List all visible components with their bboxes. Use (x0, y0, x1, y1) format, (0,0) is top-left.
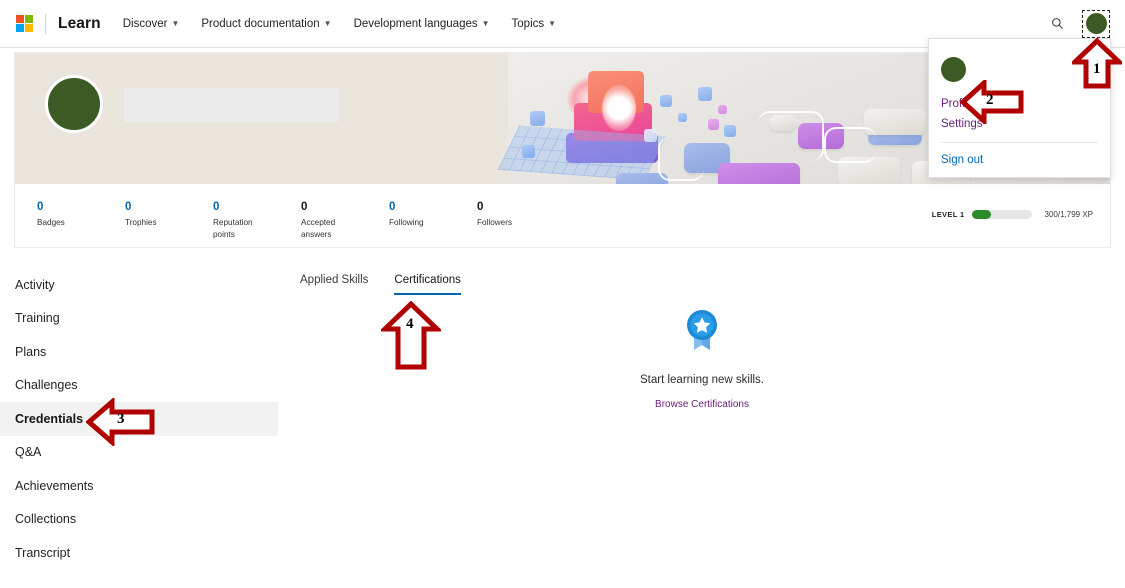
tab-label: Certifications (394, 274, 460, 286)
learn-profile-page: Learn Discover ▼ Product documentation ▼… (0, 0, 1125, 588)
profile-name-redacted (124, 88, 338, 122)
annotation-arrow-4: 4 (381, 301, 441, 376)
stat-label: Reputation points (213, 217, 265, 241)
sidebar-item-activity[interactable]: Activity (0, 268, 278, 302)
chevron-down-icon: ▼ (324, 20, 332, 28)
sidebar-item-challenges[interactable]: Challenges (0, 369, 278, 403)
sidebar-item-label: Transcript (15, 546, 70, 560)
annotation-number: 2 (986, 92, 994, 109)
browse-certifications-link[interactable]: Browse Certifications (655, 399, 749, 410)
stat-badges: 0 Badges (37, 200, 125, 229)
stat-label: Trophies (125, 217, 213, 229)
sidebar-item-label: Achievements (15, 479, 94, 493)
annotation-number: 3 (117, 411, 125, 428)
tab-applied-skills[interactable]: Applied Skills (300, 274, 368, 295)
menu-item-sign-out[interactable]: Sign out (929, 150, 1110, 170)
sidebar-item-label: Training (15, 311, 60, 325)
chevron-down-icon: ▼ (171, 20, 179, 28)
credentials-tabs: Applied Skills Certifications (300, 274, 461, 295)
nav-label: Product documentation (201, 18, 319, 30)
stat-value: 0 (37, 200, 125, 214)
level-progress-bar (972, 210, 1032, 219)
brand-learn[interactable]: Learn (58, 15, 101, 33)
menu-divider (941, 142, 1098, 143)
annotation-arrow-3: 3 (86, 398, 156, 451)
sidebar-item-label: Credentials (15, 412, 83, 426)
stat-value: 0 (389, 200, 477, 214)
annotation-arrow-1: 1 (1072, 38, 1122, 95)
stat-following: 0 Following (389, 200, 477, 229)
nav-item-discover[interactable]: Discover ▼ (123, 18, 180, 30)
level-progress: LEVEL 1 300/1,799 XP (932, 210, 1093, 219)
sidebar-item-transcript[interactable]: Transcript (0, 536, 278, 570)
sidebar-item-label: Collections (15, 512, 76, 526)
header-divider (45, 14, 46, 34)
sidebar-item-achievements[interactable]: Achievements (0, 469, 278, 503)
certification-badge-icon (682, 308, 722, 354)
stat-value: 0 (213, 200, 301, 214)
annotation-number: 1 (1093, 61, 1101, 78)
sidebar-item-label: Plans (15, 345, 46, 359)
sidebar-item-plans[interactable]: Plans (0, 335, 278, 369)
header-actions (1046, 10, 1125, 38)
sidebar-item-collections[interactable]: Collections (0, 503, 278, 537)
chevron-down-icon: ▼ (482, 20, 490, 28)
nav-item-development-languages[interactable]: Development languages ▼ (354, 18, 490, 30)
microsoft-logo-icon[interactable] (16, 15, 33, 32)
stat-followers: 0 Followers (477, 200, 565, 229)
stat-label: Followers (477, 217, 565, 229)
level-xp-text: 300/1,799 XP (1045, 210, 1093, 219)
stat-value: 0 (477, 200, 565, 214)
sidebar-item-label: Q&A (15, 445, 41, 459)
stat-label: Following (389, 217, 477, 229)
user-avatar-icon (1086, 13, 1107, 34)
level-progress-fill (972, 210, 992, 219)
header-avatar-button[interactable] (1082, 10, 1110, 38)
profile-stats-row: 0 Badges 0 Trophies 0 Reputation points … (15, 184, 1110, 247)
search-icon[interactable] (1046, 13, 1068, 35)
stat-value: 0 (125, 200, 213, 214)
stat-trophies: 0 Trophies (125, 200, 213, 229)
tab-label: Applied Skills (300, 274, 368, 286)
annotation-arrow-2: 2 (960, 80, 1024, 129)
nav-item-product-documentation[interactable]: Product documentation ▼ (201, 18, 331, 30)
nav-label: Topics (512, 18, 545, 30)
level-label: LEVEL 1 (932, 210, 965, 219)
nav-item-topics[interactable]: Topics ▼ (512, 18, 557, 30)
stat-label: Accepted answers (301, 217, 353, 241)
sidebar-item-label: Challenges (15, 378, 78, 392)
stat-reputation-points: 0 Reputation points (213, 200, 301, 241)
sidebar-item-training[interactable]: Training (0, 302, 278, 336)
user-avatar-icon (941, 57, 966, 82)
stat-label: Badges (37, 217, 125, 229)
profile-avatar (45, 75, 103, 133)
nav-label: Discover (123, 18, 168, 30)
sidebar-item-label: Activity (15, 278, 55, 292)
tab-certifications[interactable]: Certifications (394, 274, 460, 295)
annotation-number: 4 (406, 316, 414, 333)
chevron-down-icon: ▼ (548, 20, 556, 28)
nav-label: Development languages (354, 18, 478, 30)
empty-state-message: Start learning new skills. (578, 374, 826, 386)
stat-accepted-answers: 0 Accepted answers (301, 200, 389, 241)
certifications-empty-state: Start learning new skills. Browse Certif… (578, 308, 826, 412)
stat-value: 0 (301, 200, 389, 214)
main-nav: Discover ▼ Product documentation ▼ Devel… (123, 18, 556, 30)
